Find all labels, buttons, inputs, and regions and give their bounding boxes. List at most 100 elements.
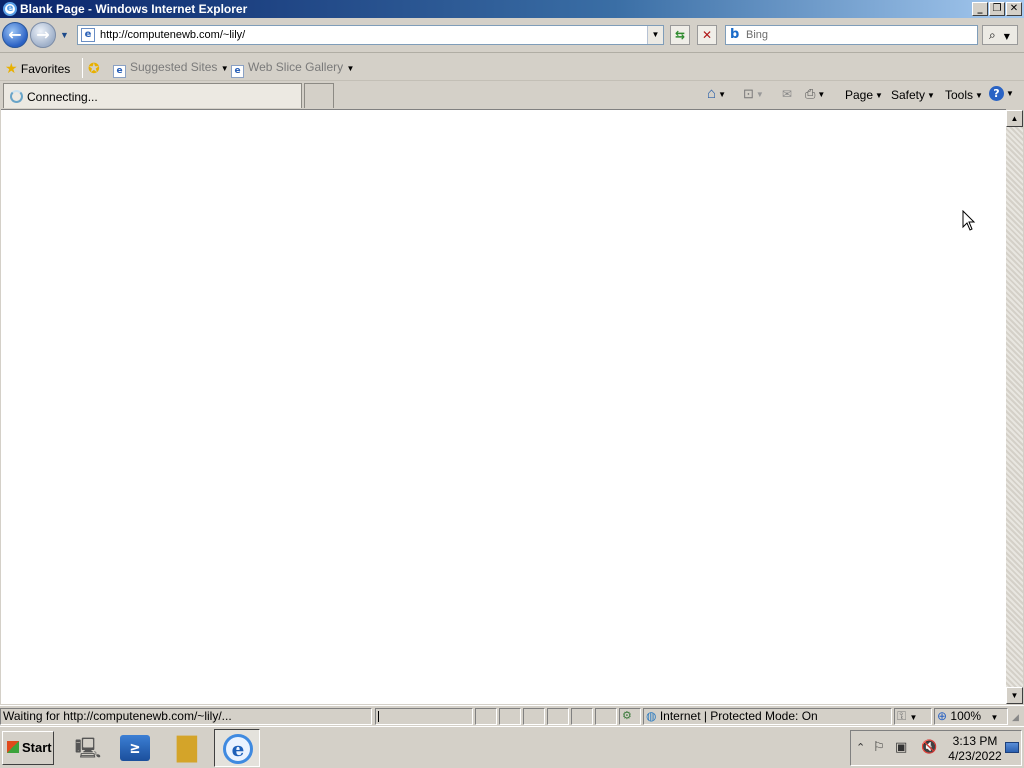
tab-label: Connecting... <box>27 90 98 104</box>
clock-time: 3:13 PM <box>952 734 998 748</box>
chevron-down-icon: ▼ <box>718 90 726 99</box>
mouse-cursor-icon <box>962 210 976 231</box>
powershell-icon[interactable]: ≥ <box>120 735 150 761</box>
status-pane <box>547 708 569 725</box>
globe-icon: ◍ <box>646 709 657 723</box>
add-to-favorites-bar-button[interactable]: ✪ <box>88 60 100 77</box>
forward-arrow-icon: → <box>36 25 50 44</box>
show-desktop-button[interactable] <box>1005 742 1019 753</box>
chevron-down-icon: ▼ <box>220 64 229 73</box>
favbar-separator <box>82 58 83 78</box>
stop-icon: ✕ <box>701 28 713 42</box>
search-box[interactable]: b Bing <box>725 25 978 45</box>
internet-explorer-icon: e <box>223 734 253 764</box>
chevron-down-icon: ▼ <box>909 713 918 722</box>
network-icon[interactable]: ▣ <box>895 741 907 755</box>
tab-connecting[interactable]: Connecting... <box>3 83 302 108</box>
printer-icon: ⎙ <box>805 86 816 101</box>
status-pane <box>571 708 593 725</box>
magnifier-icon: ⌕ <box>989 28 996 42</box>
new-tab-button[interactable] <box>304 83 334 108</box>
tools-menu-label: Tools <box>945 88 974 102</box>
bing-logo-icon: b <box>730 27 740 42</box>
taskbar-internet-explorer[interactable]: e <box>214 729 260 767</box>
feeds-button[interactable]: ⊡ ▼ <box>743 86 764 102</box>
chevron-down-icon: ▼ <box>875 91 883 100</box>
search-button[interactable]: ⌕ ▼ <box>982 25 1018 45</box>
explorer-folder-icon[interactable]: ▇ <box>170 731 204 765</box>
web-slice-gallery-link[interactable]: e Web Slice Gallery ▼ <box>231 60 354 78</box>
home-icon: ⌂ <box>707 85 717 102</box>
chevron-down-icon: ▼ <box>1006 89 1014 98</box>
add-favorite-icon: ✪ <box>88 60 100 76</box>
start-button[interactable]: Start <box>2 731 54 765</box>
help-icon: ? <box>989 86 1004 101</box>
scroll-down-button[interactable]: ▼ <box>1006 687 1023 704</box>
chevron-down-icon: ▼ <box>975 91 983 100</box>
read-mail-button[interactable]: ✉ <box>782 87 792 101</box>
zoom-level: 100% <box>950 709 982 723</box>
safety-menu[interactable]: Safety ▼ <box>891 88 935 102</box>
recent-pages-dropdown[interactable]: ▼ <box>60 30 69 40</box>
status-pane <box>595 708 617 725</box>
web-slice-gallery-icon: e <box>231 65 244 78</box>
zone-pane[interactable]: ◍ Internet | Protected Mode: On <box>643 708 892 725</box>
page-content[interactable] <box>1 109 1006 704</box>
taskbar: Start 🖳 ≥ ▇ e ⌃ ⚐ ▣ 🔇 3:13 PM 4/23/2022 <box>0 726 1024 768</box>
title-bar[interactable]: e Blank Page - Windows Internet Explorer… <box>0 0 1024 18</box>
search-input[interactable]: Bing <box>746 29 768 41</box>
suggested-sites-icon: e <box>113 65 126 78</box>
address-input[interactable]: http://computenewb.com/~lily/ <box>100 29 245 41</box>
suggested-sites-link[interactable]: e Suggested Sites ▼ <box>113 60 229 78</box>
address-dropdown-icon[interactable]: ▼ <box>647 26 663 44</box>
forward-button[interactable]: → <box>30 22 56 48</box>
chevron-down-icon: ▼ <box>990 713 999 722</box>
compatibility-view-button[interactable]: ⇆ <box>670 25 690 45</box>
page-menu[interactable]: Page ▼ <box>845 88 883 102</box>
search-options-dropdown-icon[interactable]: ▼ <box>1004 32 1010 41</box>
show-hidden-icons-button[interactable]: ⌃ <box>856 741 865 755</box>
favorites-bar: ★ Favorites ✪ e Suggested Sites ▼ e Web Sl… <box>0 54 1024 81</box>
status-message: Waiting for http://computenewb.com/~lily… <box>0 708 372 725</box>
progress-bar <box>378 711 379 722</box>
status-pane <box>499 708 521 725</box>
favorites-button[interactable]: ★ Favorites <box>5 60 70 77</box>
stop-button[interactable]: ✕ <box>697 25 717 45</box>
tab-row: Connecting... ⌂ ▼ ⊡ ▼ ✉ ⎙ ▼ Page ▼ Safety ▼ T… <box>0 81 1024 109</box>
minimize-button[interactable]: _ <box>972 2 988 16</box>
rss-feed-icon: ⊡ <box>743 86 754 101</box>
start-label: Start <box>22 740 52 755</box>
scroll-up-button[interactable]: ▲ <box>1006 110 1023 127</box>
navigation-bar: ← → ▼ e http://computenewb.com/~lily/ ▼ … <box>0 18 1024 53</box>
security-status-pane[interactable]: ⚙ <box>619 708 641 725</box>
chevron-down-icon: ▼ <box>755 90 764 99</box>
windows-flag-icon <box>7 741 19 753</box>
loading-spinner-icon <box>10 90 23 103</box>
close-button[interactable]: ✕ <box>1006 2 1022 16</box>
vertical-scrollbar[interactable]: ▲ ▼ <box>1006 110 1023 704</box>
home-button[interactable]: ⌂ ▼ <box>707 85 726 102</box>
tools-menu[interactable]: Tools ▼ <box>945 88 983 102</box>
back-button[interactable]: ← <box>2 22 28 48</box>
status-pane <box>475 708 497 725</box>
action-center-flag-icon[interactable]: ⚐ <box>873 741 885 755</box>
zoom-pane[interactable]: ⊕ 100% ▼ <box>934 708 1008 725</box>
clock[interactable]: 3:13 PM 4/23/2022 <box>947 734 1003 764</box>
help-button[interactable]: ? ▼ <box>989 86 1014 101</box>
server-manager-icon[interactable]: 🖳 <box>71 731 105 765</box>
ie-logo-icon: e <box>3 2 17 16</box>
status-bar: Waiting for http://computenewb.com/~lily… <box>0 705 1024 725</box>
restore-button[interactable]: ❐ <box>989 2 1005 16</box>
address-bar[interactable]: e http://computenewb.com/~lily/ ▼ <box>77 25 664 45</box>
resize-grip-icon[interactable]: ◢ <box>1012 712 1019 723</box>
volume-muted-icon[interactable]: 🔇 <box>921 741 937 755</box>
lock-icon: ⚿ <box>897 709 907 723</box>
protected-mode-pane[interactable]: ⚿ ▼ <box>894 708 932 725</box>
progress-pane <box>375 708 473 725</box>
print-button[interactable]: ⎙ ▼ <box>805 86 825 102</box>
system-tray: ⌃ ⚐ ▣ 🔇 3:13 PM 4/23/2022 <box>850 730 1022 766</box>
favorites-star-icon: ★ <box>5 60 18 76</box>
favorites-label: Favorites <box>20 62 71 76</box>
zoom-icon: ⊕ <box>937 709 948 723</box>
chevron-down-icon: ▼ <box>817 90 826 99</box>
